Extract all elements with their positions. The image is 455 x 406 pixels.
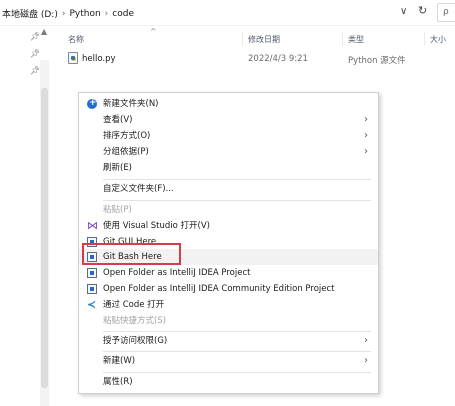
- refresh-icon[interactable]: ↻: [418, 4, 427, 17]
- menu-item-label: 分组依据(P): [103, 147, 149, 157]
- menu-item-label: 属性(R): [103, 377, 133, 387]
- menu-separator: [103, 372, 371, 373]
- menu-item-open-intellij-community[interactable]: Open Folder as IntelliJ IDEA Community E…: [79, 281, 378, 297]
- highlight-box: [82, 243, 181, 265]
- menu-item-label: 授予访问权限(G): [103, 336, 168, 346]
- menu-separator: [103, 179, 371, 180]
- menu-item-new-folder[interactable]: 新建文件夹(N): [79, 95, 378, 112]
- menu-item-refresh[interactable]: 刷新(E): [79, 160, 378, 176]
- menu-item-new[interactable]: 新建(W) ›: [79, 353, 378, 369]
- column-divider[interactable]: [424, 32, 425, 46]
- file-row[interactable]: hello.py 2022/4/3 9:21 Python 源文件: [64, 51, 444, 68]
- menu-item-label: 查看(V): [103, 115, 133, 125]
- column-header-type[interactable]: 类型: [348, 34, 364, 45]
- sort-up-icon: ^: [150, 27, 157, 36]
- menu-separator: [103, 331, 371, 332]
- python-file-icon: [68, 52, 78, 64]
- menu-separator: [103, 200, 371, 201]
- menu-item-label: Open Folder as IntelliJ IDEA Community E…: [103, 284, 335, 294]
- pin-icon: 📌︎: [30, 32, 41, 41]
- menu-item-label: 新建文件夹(N): [103, 99, 159, 109]
- file-name: hello.py: [82, 54, 116, 64]
- pin-icon: 📌︎: [30, 49, 41, 58]
- menu-item-properties[interactable]: 属性(R): [79, 374, 378, 390]
- scroll-up-icon[interactable]: ▲: [41, 27, 47, 36]
- breadcrumb-item-drive[interactable]: 本地磁盘 (D:): [2, 7, 58, 20]
- menu-item-paste-shortcut[interactable]: 粘贴快捷方式(S): [79, 313, 378, 329]
- column-header-name[interactable]: 名称: [68, 34, 84, 45]
- vscode-icon: ≺: [87, 298, 97, 311]
- menu-item-give-access[interactable]: 授予访问权限(G) ›: [79, 333, 378, 349]
- menu-item-label: 使用 Visual Studio 打开(V): [103, 221, 211, 231]
- menu-item-label: 粘贴快捷方式(S): [103, 316, 167, 326]
- menu-separator: [103, 351, 371, 352]
- column-divider[interactable]: [342, 32, 343, 46]
- file-type: Python 源文件: [348, 56, 406, 66]
- menu-item-label: 通过 Code 打开: [103, 300, 165, 310]
- menu-item-group-by[interactable]: 分组依据(P) ›: [79, 144, 378, 160]
- search-input[interactable]: ρ: [437, 3, 455, 22]
- menu-item-label: 粘贴(P): [103, 205, 132, 215]
- column-divider[interactable]: [242, 32, 243, 46]
- menu-item-open-intellij[interactable]: Open Folder as IntelliJ IDEA Project: [79, 265, 378, 281]
- pin-icon: 📌︎: [30, 66, 41, 75]
- menu-item-open-with-code[interactable]: ≺ 通过 Code 打开: [79, 297, 378, 313]
- breadcrumb-item-code[interactable]: code: [112, 9, 134, 19]
- file-modified-date: 2022/4/3 9:21: [248, 54, 308, 64]
- breadcrumb: 本地磁盘 (D:) › Python › code: [2, 7, 134, 21]
- menu-item-view[interactable]: 查看(V) ›: [79, 112, 378, 128]
- breadcrumb-separator: ›: [61, 8, 66, 19]
- menu-item-customize-folder[interactable]: 自定义文件夹(F)...: [79, 181, 378, 197]
- menu-item-label: 自定义文件夹(F)...: [103, 184, 174, 194]
- submenu-arrow-icon: ›: [364, 130, 368, 141]
- scrollbar-thumb[interactable]: [41, 88, 48, 388]
- address-bar: 本地磁盘 (D:) › Python › code ∨ ↻ ρ: [0, 0, 455, 26]
- submenu-arrow-icon: ›: [364, 335, 368, 346]
- menu-item-label: 排序方式(O): [103, 131, 151, 141]
- menu-item-label: 刷新(E): [103, 163, 133, 173]
- new-folder-icon: [87, 95, 97, 111]
- breadcrumb-separator: ›: [104, 8, 109, 19]
- visual-studio-icon: ⋈: [87, 219, 98, 232]
- menu-item-paste[interactable]: 粘贴(P): [79, 202, 378, 218]
- intellij-community-icon: [87, 284, 97, 294]
- menu-item-label: 新建(W): [103, 356, 136, 366]
- file-explorer-window: 本地磁盘 (D:) › Python › code ∨ ↻ ρ 📌︎ 📌︎ 📌︎…: [0, 0, 455, 406]
- column-header-size[interactable]: 大小: [430, 34, 446, 45]
- menu-item-open-visual-studio[interactable]: ⋈ 使用 Visual Studio 打开(V): [79, 218, 378, 234]
- submenu-arrow-icon: ›: [364, 146, 368, 157]
- column-header-date[interactable]: 修改日期: [248, 34, 280, 45]
- submenu-arrow-icon: ›: [364, 114, 368, 125]
- address-dropdown-icon[interactable]: ∨: [400, 6, 407, 17]
- menu-item-label: Open Folder as IntelliJ IDEA Project: [103, 268, 251, 278]
- intellij-icon: [87, 268, 97, 278]
- menu-item-sort-by[interactable]: 排序方式(O) ›: [79, 128, 378, 144]
- search-icon: ρ: [443, 7, 449, 17]
- submenu-arrow-icon: ›: [364, 355, 368, 366]
- breadcrumb-item-python[interactable]: Python: [69, 9, 100, 19]
